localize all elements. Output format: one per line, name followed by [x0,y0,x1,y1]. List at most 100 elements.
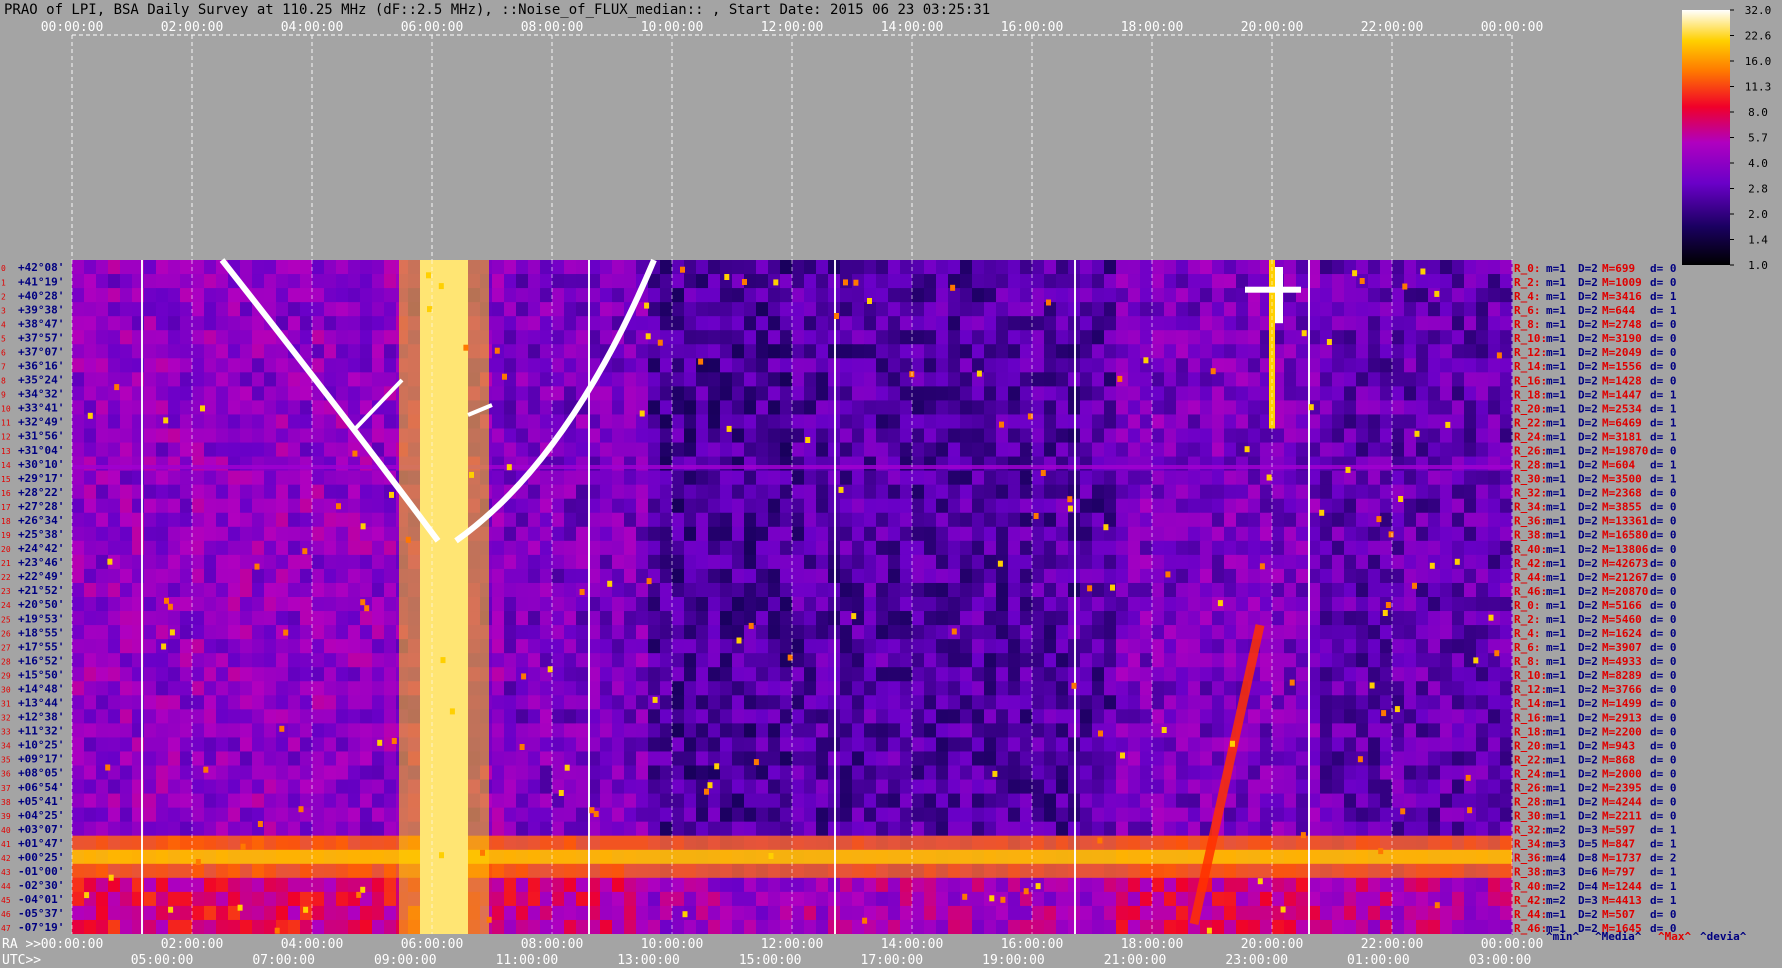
heatmap-cell [492,737,505,753]
heatmap-cell [1284,414,1297,430]
heatmap-cell [144,639,157,654]
heatmap-cell [72,386,85,402]
heatmap-cell [720,723,733,739]
heatmap-cell [348,470,361,486]
heatmap-cell [1392,554,1405,570]
heatmap-cell [1008,274,1021,289]
heatmap-cell [1224,302,1237,317]
heatmap-cell [1260,442,1273,458]
heatmap-cell [1008,807,1021,823]
heatmap-cell [684,723,697,739]
heatmap-cell [1452,807,1465,823]
heatmap-cell [864,372,877,387]
heatmap-cell [1332,372,1345,387]
heatmap-cell [72,400,85,416]
heatmap-cell [1176,667,1189,682]
heatmap-cell [852,597,865,612]
heatmap-cell [900,526,913,542]
heatmap-cell [840,737,853,753]
heatmap-cell [216,779,229,795]
heatmap-cell [576,260,589,275]
heatmap-cell [1284,751,1297,767]
heatmap-cell [732,288,745,303]
heatmap-cell [564,526,577,542]
heatmap-cell [180,709,193,724]
heatmap-cell [1104,470,1117,486]
heatmap-cell [936,316,949,331]
heatmap-cell [1176,288,1189,303]
heatmap-cell [1044,414,1057,430]
heatmap-cell [240,807,253,823]
heatmap-cell [672,765,685,781]
heatmap-cell [1236,456,1249,472]
heatmap-cell [672,695,685,710]
heatmap-cell [204,260,217,275]
heatmap-cell [1188,540,1201,556]
heatmap-cell [960,512,973,528]
heatmap-cell [924,821,937,837]
heatmap-cell [708,625,721,640]
heatmap-cell [912,302,925,317]
heatmap-cell [900,414,913,430]
heatmap-cell [96,653,109,668]
heatmap-cell [636,737,649,753]
heatmap-cell [840,442,853,458]
heatmap-cell [696,484,709,500]
heatmap-cell [1092,484,1105,500]
heatmap-cell [948,456,961,472]
heatmap-cell [228,568,241,584]
heatmap-cell [912,751,925,767]
heatmap-cell [972,821,985,837]
heatmap-cell [1236,316,1249,331]
heatmap-cell [1320,737,1333,753]
heatmap-cell [1032,653,1045,668]
heatmap-cell [1032,414,1045,430]
heatmap-cell [900,260,913,275]
heatmap-cell [552,540,565,556]
heatmap-cell [204,597,217,612]
heatmap-cell [960,793,973,809]
heatmap-cell [1500,498,1513,514]
heatmap-cell [780,260,793,275]
heatmap-cell [648,554,661,570]
heatmap-cell [1356,653,1369,668]
heatmap-cell [168,400,181,416]
heatmap-cell [552,568,565,584]
heatmap-cell [792,498,805,514]
heatmap-cell [804,442,817,458]
heatmap-cell [1200,737,1213,753]
heatmap-cell [888,288,901,303]
heatmap-cell [672,526,685,542]
heatmap-cell [240,498,253,514]
heatmap-cell [780,330,793,345]
heatmap-cell [1236,302,1249,317]
heatmap-cell [300,597,313,612]
heatmap-cell [780,582,793,598]
heatmap-cell [156,442,169,458]
heatmap-cell [1416,386,1429,402]
heatmap-cell [1140,737,1153,753]
heatmap-cell [180,414,193,430]
heatmap-cell [684,597,697,612]
heatmap-cell [1272,484,1285,500]
heatmap-cell [1404,568,1417,584]
heatmap-cell [1032,316,1045,331]
heatmap-cell [348,667,361,682]
heatmap-cell [900,625,913,640]
heatmap-cell [1272,821,1285,837]
heatmap-cell [984,597,997,612]
heatmap-cell [1224,358,1237,373]
heatmap-cell [324,344,337,359]
heatmap-cell [216,302,229,317]
heatmap-cell [1188,330,1201,345]
heatmap-cell [528,344,541,359]
heatmap-cell [1188,653,1201,668]
heatmap-cell [672,597,685,612]
heatmap-cell [720,358,733,373]
heatmap-cell [852,625,865,640]
heatmap-cell [864,512,877,528]
heatmap-cell [1140,793,1153,809]
heatmap-cell [192,414,205,430]
heatmap-cell [888,779,901,795]
heatmap-cell [660,793,673,809]
